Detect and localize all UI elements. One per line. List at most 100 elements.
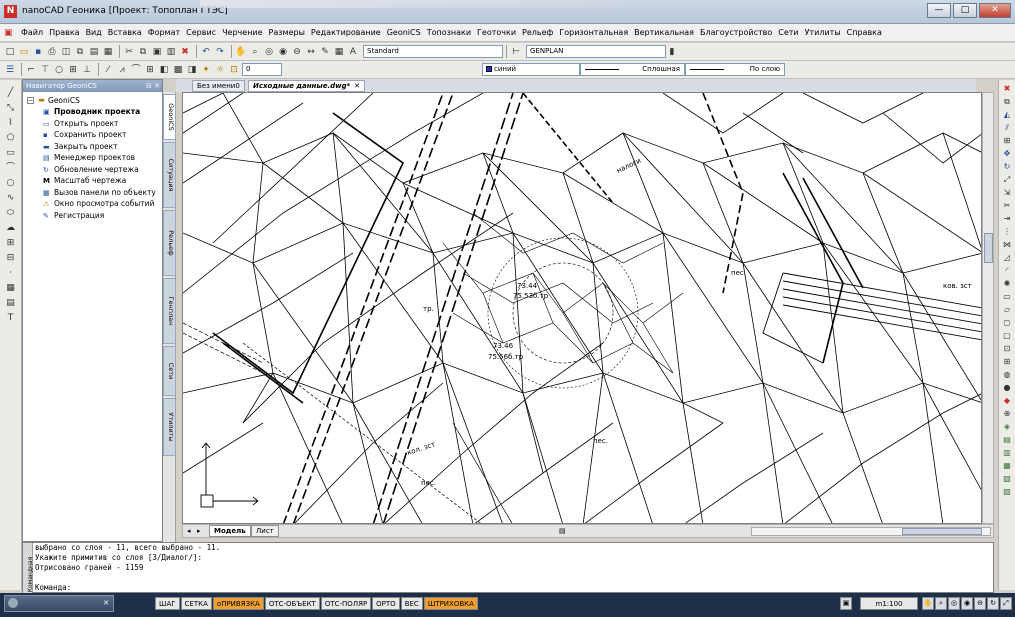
command-prompt[interactable]: Команда: (23, 583, 993, 593)
lineweight-combo[interactable]: По слою (685, 63, 785, 76)
nav-item-save-project[interactable]: ▪ Сохранить проект (27, 129, 162, 141)
menu-insert[interactable]: Вставка (105, 28, 145, 37)
color-combo[interactable]: синий (482, 63, 580, 76)
lock-icon[interactable]: ⊡ (228, 64, 240, 76)
layout-toggle-icon[interactable]: ▤ (559, 526, 566, 536)
draw-arc-icon[interactable]: ⌒ (5, 162, 17, 174)
menu-landscaping[interactable]: Благоустройство (697, 28, 775, 37)
document-menu-icon[interactable]: ▣ (4, 28, 14, 38)
menu-symbols[interactable]: Топознаки (424, 28, 474, 37)
tool-25-icon[interactable]: ◆ (1002, 395, 1013, 406)
draw-polyline-icon[interactable]: ⌇ (5, 117, 17, 129)
nav-item-project-explorer[interactable]: ▣ Проводник проекта (27, 106, 162, 118)
draw-rectangle-icon[interactable]: ▭ (5, 147, 17, 159)
nav-item-close-project[interactable]: ▬ Закрыть проект (27, 141, 162, 153)
current-layer-combo[interactable]: 0 (242, 63, 282, 76)
status-osnap[interactable]: оПРИВЯЗКА (212, 597, 264, 610)
extend-icon[interactable]: ⇥ (1002, 213, 1013, 224)
tool-26-icon[interactable]: ⊕ (1002, 408, 1013, 419)
minimize-button[interactable]: — (927, 3, 951, 18)
tool-31-icon[interactable]: ▧ (1002, 473, 1013, 484)
command-line[interactable]: Командная выбрано со слоя - 11, всего вы… (22, 542, 994, 594)
tool-21-icon[interactable]: ⊡ (1002, 343, 1013, 354)
status-snap[interactable]: ШАГ (155, 597, 180, 610)
sun-icon[interactable]: ☼ (214, 64, 226, 76)
block-icon[interactable]: ◧ (158, 64, 170, 76)
mirror-icon[interactable]: ◭ (1002, 109, 1013, 120)
regen-status-icon[interactable]: ↻ (987, 597, 999, 610)
dim-style-icon[interactable]: ⊢ (510, 46, 522, 58)
tool-19-icon[interactable]: ◻ (1002, 317, 1013, 328)
menu-networks[interactable]: Сети (775, 28, 801, 37)
annotation-scale[interactable]: m1:100 (860, 597, 918, 610)
hatch-icon[interactable]: ▩ (172, 64, 184, 76)
menu-draw[interactable]: Черчение (219, 28, 265, 37)
tool-20-icon[interactable]: ▢ (1002, 330, 1013, 341)
dimension-style-combo[interactable]: GENPLAN (526, 45, 666, 58)
close-button[interactable]: ✕ (979, 3, 1011, 18)
side-tab-geonics[interactable]: GeoniCS (163, 94, 176, 140)
distance-icon[interactable]: ↔ (305, 46, 317, 58)
publish-icon[interactable]: ⧉ (74, 46, 86, 58)
horizontal-scrollbar[interactable] (751, 527, 991, 536)
hatch-draw-icon[interactable]: ▦ (5, 282, 17, 294)
layout-nav-next-icon[interactable]: ▸ (197, 526, 201, 536)
nav-item-refresh-drawing[interactable]: ↻ Обновление чертежа (27, 164, 162, 176)
side-tab-situation[interactable]: Ситуация (163, 142, 176, 208)
zoom-previous-icon[interactable]: ⊖ (291, 46, 303, 58)
text-style-icon[interactable]: A (347, 46, 359, 58)
snap-perp-icon[interactable]: ⊥ (81, 64, 93, 76)
horizontal-scroll-thumb[interactable] (902, 528, 982, 535)
match-properties-icon[interactable]: ▥ (165, 46, 177, 58)
copy-object-icon[interactable]: ⧉ (1002, 96, 1013, 107)
bulb-icon[interactable]: ✦ (200, 64, 212, 76)
erase-icon[interactable]: ✖ (1002, 83, 1013, 94)
snap-node-icon[interactable]: ⊞ (67, 64, 79, 76)
tool-17-icon[interactable]: ▭ (1002, 291, 1013, 302)
side-tab-genplan[interactable]: Генплан (163, 278, 176, 344)
text-icon[interactable]: T (5, 312, 17, 324)
copy-icon[interactable]: ⧉ (137, 46, 149, 58)
nav-item-event-log[interactable]: ⚠ Окно просмотра событий (27, 198, 162, 210)
status-lineweight[interactable]: ВЕС (400, 597, 423, 610)
tool-29-icon[interactable]: ▥ (1002, 447, 1013, 458)
chamfer-icon[interactable]: ◿ (1002, 252, 1013, 263)
fillet-icon[interactable]: ◜ (1002, 265, 1013, 276)
doc-tab-untitled[interactable]: Без имени0 (192, 80, 245, 92)
nav-item-open-project[interactable]: ▭ Открыть проект (27, 118, 162, 130)
draw-spline-icon[interactable]: ∿ (5, 192, 17, 204)
layout-nav-prev-icon[interactable]: ◂ (187, 526, 191, 536)
layout-icon[interactable]: ▦ (102, 46, 114, 58)
delete-icon[interactable]: ✖ (179, 46, 191, 58)
make-block-icon[interactable]: ⊟ (5, 252, 17, 264)
undo-icon[interactable]: ↶ (200, 46, 212, 58)
menu-edit[interactable]: Правка (46, 28, 82, 37)
drawing-canvas[interactable]: пес. пес. пес. кол. зст ков. зст 73.44 7… (182, 92, 982, 524)
menu-relief[interactable]: Рельеф (519, 28, 556, 37)
tool-23-icon[interactable]: ◍ (1002, 369, 1013, 380)
zoom-extents-status-icon[interactable]: ◉ (961, 597, 973, 610)
insert-block-icon[interactable]: ⊞ (5, 237, 17, 249)
layer-manager-icon[interactable]: ☰ (4, 64, 16, 76)
nanocad-app-icon[interactable]: N (4, 5, 17, 18)
snap-center-icon[interactable]: ○ (53, 64, 65, 76)
move-icon[interactable]: ✥ (1002, 148, 1013, 159)
tool-18-icon[interactable]: ▱ (1002, 304, 1013, 315)
redo-icon[interactable]: ↷ (214, 46, 226, 58)
status-otrack[interactable]: ОТС-ОБЪЕКТ (264, 597, 320, 610)
join-icon[interactable]: ⋈ (1002, 239, 1013, 250)
tool-32-icon[interactable]: ▨ (1002, 486, 1013, 497)
menu-dimensions[interactable]: Размеры (266, 28, 308, 37)
save-icon[interactable]: ▪ (32, 46, 44, 58)
zoom-window-status-icon[interactable]: ◎ (948, 597, 960, 610)
open-file-icon[interactable]: ▭ (18, 46, 30, 58)
explode-icon[interactable]: ✺ (1002, 278, 1013, 289)
status-hatch[interactable]: ШТРИХОВКА (423, 597, 478, 610)
menu-file[interactable]: Файл (18, 28, 46, 37)
array-icon[interactable]: ⊞ (1002, 135, 1013, 146)
vertical-scroll-thumb[interactable] (984, 233, 993, 263)
point-icon[interactable]: · (5, 267, 17, 279)
tool-24-icon[interactable]: ● (1002, 382, 1013, 393)
tool-30-icon[interactable]: ▦ (1002, 460, 1013, 471)
zoom-window-icon[interactable]: ◎ (263, 46, 275, 58)
